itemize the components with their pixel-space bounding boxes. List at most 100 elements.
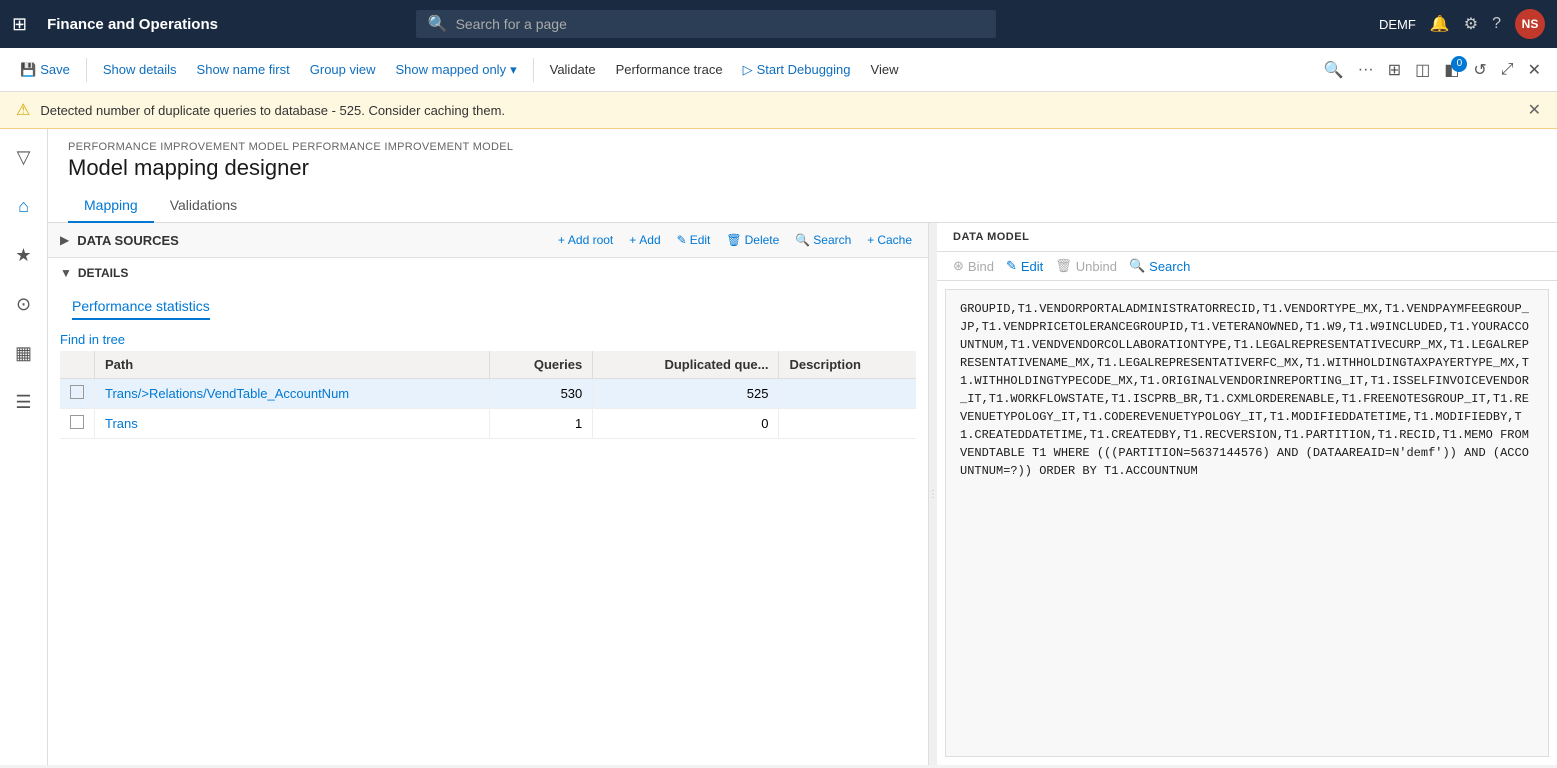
toolbar: 💾 Save Show details Show name first Grou… bbox=[0, 48, 1557, 92]
search-icon: 🔍 bbox=[428, 14, 448, 34]
left-sidebar: ▽ ⌂ ★ ⊙ ▦ ☰ bbox=[0, 129, 48, 765]
tab-validations[interactable]: Validations bbox=[154, 189, 253, 223]
avatar[interactable]: NS bbox=[1515, 9, 1545, 39]
data-sources-bar: ▶ DATA SOURCES + Add root + Add ✎ bbox=[48, 223, 928, 258]
save-icon: 💾 bbox=[20, 62, 36, 78]
search-dm-button[interactable]: 🔍 Search bbox=[1129, 258, 1190, 274]
edit-icon: ✎ bbox=[677, 233, 687, 247]
tab-mapping[interactable]: Mapping bbox=[68, 189, 154, 223]
env-label: DEMF bbox=[1379, 17, 1416, 32]
sidebar-grid-icon[interactable]: ▦ bbox=[9, 337, 38, 370]
search-toolbar-icon[interactable]: 🔍 bbox=[1320, 56, 1348, 84]
more-icon[interactable]: ··· bbox=[1354, 57, 1378, 83]
content-area: PERFORMANCE IMPROVEMENT MODEL PERFORMANC… bbox=[48, 129, 1557, 765]
show-name-button[interactable]: Show name first bbox=[189, 58, 298, 81]
main-layout: ▽ ⌂ ★ ⊙ ▦ ☰ PERFORMANCE IMPROVEMENT MODE… bbox=[0, 129, 1557, 765]
sidebar-history-icon[interactable]: ⊙ bbox=[10, 288, 37, 321]
page-title: Model mapping designer bbox=[68, 155, 1537, 181]
bind-button[interactable]: ⊛ Bind bbox=[953, 258, 994, 274]
page-header: PERFORMANCE IMPROVEMENT MODEL PERFORMANC… bbox=[48, 129, 1557, 181]
warning-banner: ⚠ Detected number of duplicate queries t… bbox=[0, 92, 1557, 129]
ds-expand-icon[interactable]: ▶ bbox=[60, 233, 69, 247]
delete-ds-button[interactable]: 🗑 Delete bbox=[722, 231, 783, 249]
row-check bbox=[60, 409, 95, 439]
grid-toolbar-icon[interactable]: ⊞ bbox=[1384, 56, 1405, 84]
details-toggle-icon: ▼ bbox=[60, 266, 72, 280]
row-path[interactable]: Trans/>Relations/VendTable_AccountNum bbox=[95, 379, 490, 409]
col-header-dup: Duplicated que... bbox=[593, 351, 779, 379]
view-button[interactable]: View bbox=[863, 58, 907, 81]
table-row[interactable]: Trans/>Relations/VendTable_AccountNum 53… bbox=[60, 379, 916, 409]
search-dm-icon: 🔍 bbox=[1129, 258, 1145, 274]
add-button[interactable]: + Add bbox=[625, 231, 664, 249]
breadcrumb: PERFORMANCE IMPROVEMENT MODEL PERFORMANC… bbox=[68, 141, 1537, 153]
global-search: 🔍 bbox=[416, 10, 996, 38]
right-panel: DATA MODEL ⊛ Bind ✎ Edit 🗑 Unbind bbox=[937, 223, 1557, 765]
col-header-check bbox=[60, 351, 95, 379]
performance-table: Path Queries Duplicated que... Descripti… bbox=[60, 351, 916, 439]
row-path[interactable]: Trans bbox=[95, 409, 490, 439]
row-queries: 1 bbox=[489, 409, 592, 439]
top-nav: ⊞ Finance and Operations 🔍 DEMF 🔔 ⚙ ? NS bbox=[0, 0, 1557, 48]
app-title: Finance and Operations bbox=[47, 16, 218, 33]
toolbar-right: 🔍 ··· ⊞ ◫ ◧ 0 ↺ ⤢ ✕ bbox=[1320, 56, 1545, 84]
show-mapped-button[interactable]: Show mapped only ▾ bbox=[388, 58, 525, 82]
separator bbox=[86, 58, 87, 82]
search-input[interactable] bbox=[456, 16, 984, 32]
warning-icon: ⚠ bbox=[16, 100, 30, 120]
chevron-down-icon: ▾ bbox=[510, 62, 517, 78]
group-view-button[interactable]: Group view bbox=[302, 58, 384, 81]
panels: ▶ DATA SOURCES + Add root + Add ✎ bbox=[48, 223, 1557, 765]
sql-content[interactable]: GROUPID,T1.VENDORPORTALADMINISTRATORRECI… bbox=[945, 289, 1549, 757]
search-ds-button[interactable]: 🔍 Search bbox=[791, 231, 855, 249]
extension-icon[interactable]: ◫ bbox=[1411, 56, 1434, 84]
save-button[interactable]: 💾 Save bbox=[12, 58, 78, 82]
cache-icon: + bbox=[867, 233, 874, 247]
tabs: Mapping Validations bbox=[48, 189, 1557, 223]
vertical-resizer[interactable]: ⋮ bbox=[929, 223, 937, 765]
show-details-button[interactable]: Show details bbox=[95, 58, 185, 81]
row-dup: 525 bbox=[593, 379, 779, 409]
warning-close-button[interactable]: ✕ bbox=[1528, 100, 1541, 120]
edit-dm-button[interactable]: ✎ Edit bbox=[1006, 258, 1043, 274]
settings-icon[interactable]: ⚙ bbox=[1464, 14, 1478, 34]
open-new-icon[interactable]: ⤢ bbox=[1497, 57, 1518, 83]
unbind-icon: 🗑 bbox=[1055, 258, 1072, 274]
sidebar-home-icon[interactable]: ⌂ bbox=[12, 190, 35, 223]
left-panel: ▶ DATA SOURCES + Add root + Add ✎ bbox=[48, 223, 929, 765]
unbind-button[interactable]: 🗑 Unbind bbox=[1055, 258, 1117, 274]
sidebar-star-icon[interactable]: ★ bbox=[9, 239, 37, 272]
col-header-queries: Queries bbox=[489, 351, 592, 379]
separator2 bbox=[533, 58, 534, 82]
validate-button[interactable]: Validate bbox=[542, 58, 604, 81]
row-queries: 530 bbox=[489, 379, 592, 409]
row-check bbox=[60, 379, 95, 409]
edit-dm-icon: ✎ bbox=[1006, 258, 1017, 274]
ds-actions: + Add root + Add ✎ Edit 🗑 bbox=[554, 231, 916, 249]
sidebar-list-icon[interactable]: ☰ bbox=[9, 386, 37, 419]
notification-icon[interactable]: 🔔 bbox=[1430, 14, 1450, 34]
add-icon: + bbox=[629, 233, 636, 247]
details-label: DETAILS bbox=[78, 266, 128, 280]
start-debug-button[interactable]: ▷ Start Debugging bbox=[735, 58, 859, 82]
details-section: ▼ DETAILS bbox=[48, 258, 928, 284]
cache-button[interactable]: + Cache bbox=[863, 231, 916, 249]
data-model-actions: ⊛ Bind ✎ Edit 🗑 Unbind 🔍 Search bbox=[937, 252, 1557, 281]
search-ds-icon: 🔍 bbox=[795, 233, 810, 247]
help-icon[interactable]: ? bbox=[1492, 15, 1501, 33]
data-sources-label: DATA SOURCES bbox=[77, 233, 179, 248]
details-header[interactable]: ▼ DETAILS bbox=[60, 266, 916, 280]
table-row[interactable]: Trans 1 0 bbox=[60, 409, 916, 439]
add-root-button[interactable]: + Add root bbox=[554, 231, 617, 249]
perf-trace-button[interactable]: Performance trace bbox=[608, 58, 731, 81]
row-desc bbox=[779, 409, 916, 439]
close-icon[interactable]: ✕ bbox=[1524, 56, 1545, 84]
edit-ds-button[interactable]: ✎ Edit bbox=[673, 231, 715, 249]
refresh-icon[interactable]: ↺ bbox=[1469, 56, 1490, 84]
find-in-tree-link[interactable]: Find in tree bbox=[48, 328, 928, 351]
table-container: Path Queries Duplicated que... Descripti… bbox=[48, 351, 928, 439]
performance-statistics-tab[interactable]: Performance statistics bbox=[72, 292, 210, 320]
badge: 0 bbox=[1451, 56, 1467, 72]
sidebar-filter-icon[interactable]: ▽ bbox=[11, 141, 37, 174]
grid-icon[interactable]: ⊞ bbox=[12, 14, 27, 35]
